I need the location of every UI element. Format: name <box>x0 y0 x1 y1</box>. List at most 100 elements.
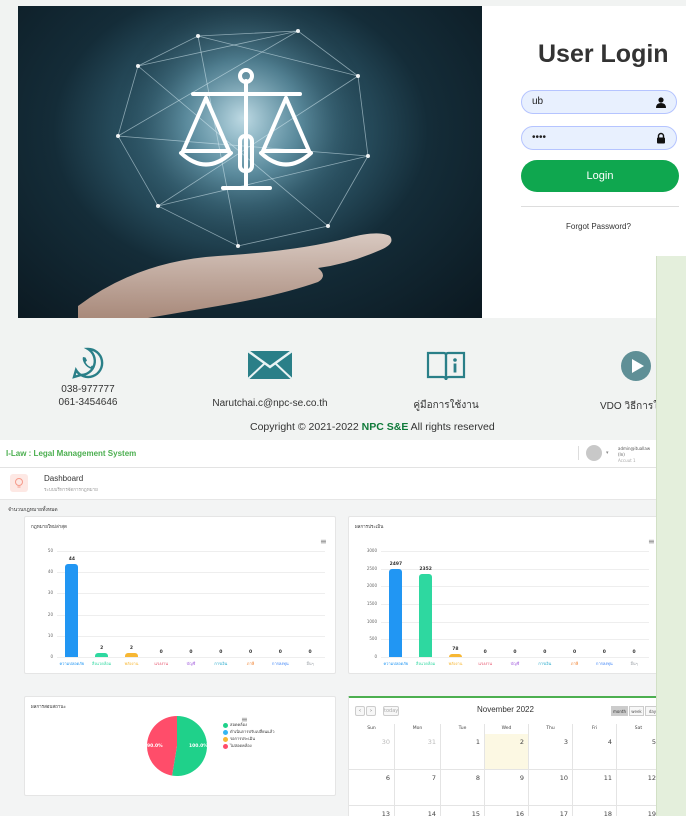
legend-item[interactable]: ไม่สอดคล้อง <box>223 742 252 749</box>
month-view-button[interactable]: month <box>611 706 628 716</box>
y-tick-label: 40 <box>47 569 53 575</box>
calendar-day[interactable]: 17 <box>529 806 573 816</box>
calendar-day[interactable]: 10 <box>529 770 573 806</box>
forgot-password-link[interactable]: Forgot Password? <box>566 222 631 231</box>
calendar-day[interactable]: 5 <box>617 734 656 770</box>
password-input[interactable]: •••• <box>521 126 677 150</box>
username-input[interactable]: ub <box>521 90 677 114</box>
bar[interactable] <box>124 652 138 657</box>
y-tick-label: 2500 <box>366 565 377 571</box>
calendar-card: ‹ › today November 2022 month week day S… <box>348 696 656 816</box>
calendar-day[interactable]: 19 <box>617 806 656 816</box>
email-address[interactable]: Narutchai.c@npc-se.co.th <box>200 398 340 409</box>
calendar-day[interactable]: 2 <box>485 734 529 770</box>
calendar-day[interactable]: 15 <box>441 806 485 816</box>
calendar-day[interactable]: 1 <box>441 734 485 770</box>
weekday-header: Mon <box>395 724 441 734</box>
calendar-day[interactable]: 3 <box>529 734 573 770</box>
x-tick-label: แรงงาน <box>478 661 493 666</box>
day-view-button[interactable]: day <box>645 706 656 716</box>
page: User Login ub •••• Login Forgot Password… <box>0 0 686 816</box>
data-label: 0 <box>189 650 193 655</box>
justice-hand-illustration <box>78 6 392 318</box>
phone-number-1: 038-977777 <box>61 384 115 395</box>
bar[interactable] <box>419 573 433 657</box>
gridline <box>381 551 649 552</box>
chart-title: ผลการประเมิน <box>355 525 384 530</box>
x-tick-label: แรงงาน <box>154 661 169 666</box>
y-tick-label: 3000 <box>366 548 377 553</box>
data-label: 2497 <box>389 561 403 567</box>
side-panel <box>656 256 686 816</box>
chart-title: กฎหมายใหม่ล่าสุด <box>31 525 67 530</box>
legend-item[interactable]: รอการประเมิน <box>223 735 255 742</box>
weekday-header: Fri <box>573 724 617 734</box>
user-icon <box>656 97 666 108</box>
data-label: 0 <box>602 650 606 655</box>
login-button[interactable]: Login <box>521 160 679 192</box>
user-name[interactable]: admin@ituallaw (In) Accuut 1 <box>618 446 656 464</box>
legend-item[interactable]: ดำเนินการปรับเปลี่ยนแล้ว <box>223 728 274 735</box>
calendar-day[interactable]: 18 <box>573 806 617 816</box>
y-tick-label: 20 <box>47 611 53 617</box>
calendar-day[interactable]: 16 <box>485 806 529 816</box>
calendar-day[interactable]: 6 <box>349 770 395 806</box>
x-tick-label: ความปลอดภัย <box>383 661 409 666</box>
calendar-day[interactable]: 30 <box>349 734 395 770</box>
prev-month-button[interactable]: ‹ <box>355 706 365 716</box>
data-label: 0 <box>159 650 163 655</box>
phone-contact: 038-977777 061-3454646 <box>48 346 128 408</box>
week-view-button[interactable]: week <box>629 706 644 716</box>
x-tick-label: ภาษี <box>246 661 255 666</box>
user-name-line1: admin@ituallaw (In) <box>618 446 651 457</box>
dashboard-screenshot: I-Law : Legal Management System ▾ admin@… <box>0 440 656 816</box>
y-tick-label: 10 <box>47 632 53 638</box>
today-button[interactable]: today <box>383 706 399 716</box>
whatsapp-icon <box>72 347 104 379</box>
calendar-day[interactable]: 7 <box>395 770 441 806</box>
lightbulb-icon <box>10 474 28 492</box>
legend-label: ดำเนินการปรับเปลี่ยนแล้ว <box>230 729 275 734</box>
x-tick-label: การเงิน <box>538 661 552 666</box>
data-label: 2 <box>100 645 104 651</box>
chevron-down-icon[interactable]: ▾ <box>606 450 609 456</box>
y-tick-label: 0 <box>374 654 377 659</box>
calendar-day[interactable]: 4 <box>573 734 617 770</box>
phone-number-2: 061-3454646 <box>58 397 118 408</box>
chart-menu-icon[interactable]: ≡ <box>320 537 327 546</box>
play-icon <box>621 351 651 381</box>
calendar-day[interactable]: 8 <box>441 770 485 806</box>
mail-icon <box>247 349 293 380</box>
username-value: ub <box>532 96 544 107</box>
nav-separator <box>578 446 579 460</box>
calendar-day[interactable]: 9 <box>485 770 529 806</box>
calendar-day[interactable]: 14 <box>395 806 441 816</box>
calendar-day[interactable]: 13 <box>349 806 395 816</box>
x-tick-label: พลังงาน <box>448 661 463 666</box>
manual-contact[interactable]: คู่มือการใช้งาน <box>396 350 496 413</box>
page-subtitle: ระบบบริหารจัดการกฎหมาย <box>44 488 98 493</box>
bar[interactable] <box>65 563 79 657</box>
x-tick-label: อื่นๆ <box>630 661 638 666</box>
legend-item[interactable]: สอดคล้อง <box>223 721 247 728</box>
bar[interactable] <box>389 568 403 657</box>
x-tick-label: การลงทุน <box>596 661 613 666</box>
x-tick-label: การลงทุน <box>272 661 289 666</box>
top-navbar: I-Law : Legal Management System ▾ admin@… <box>0 440 656 468</box>
avatar[interactable] <box>586 445 602 461</box>
gridline <box>57 572 325 574</box>
copyright-brand[interactable]: NPC S&E <box>362 421 409 433</box>
chart-menu-icon[interactable]: ≡ <box>648 537 655 546</box>
app-brand[interactable]: I-Law : Legal Management System <box>6 449 136 458</box>
next-month-button[interactable]: › <box>366 706 376 716</box>
login-card: User Login ub •••• Login Forgot Password… <box>18 6 686 318</box>
bar[interactable] <box>95 652 109 657</box>
data-label: 78 <box>452 647 459 653</box>
calendar-day[interactable]: 31 <box>395 734 441 770</box>
calendar-day[interactable]: 12 <box>617 770 656 806</box>
bar[interactable] <box>448 654 462 657</box>
weekday-header: Sat <box>617 724 656 734</box>
data-label: 0 <box>632 650 636 655</box>
gridline <box>57 551 325 552</box>
calendar-day[interactable]: 11 <box>573 770 617 806</box>
